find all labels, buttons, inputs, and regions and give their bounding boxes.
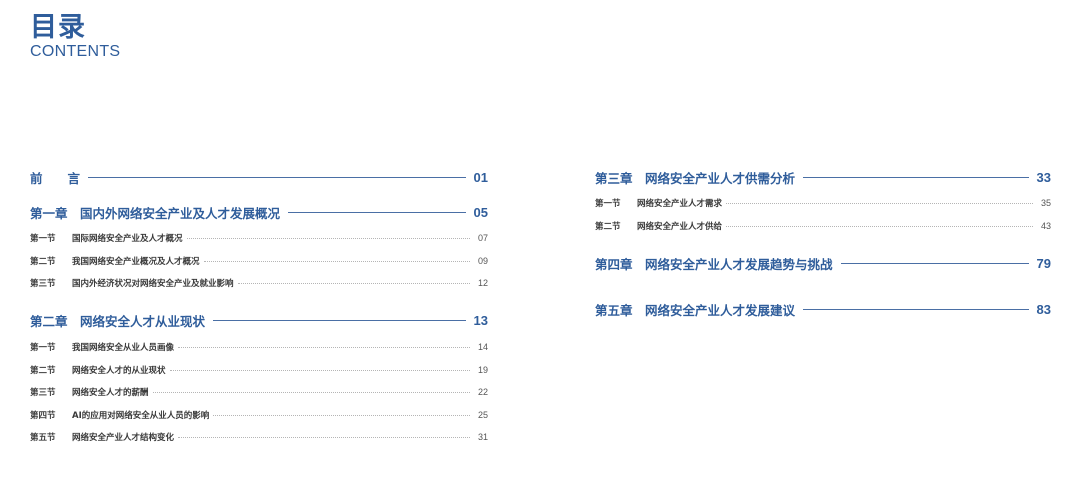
- toc-entry-chapter-3[interactable]: 第三章 网络安全产业人才供需分析 33: [595, 165, 1051, 189]
- toc-entry-ch1-sec1[interactable]: 第一节 国际网络安全产业及人才概况 07: [30, 227, 488, 250]
- section-title: 国内外经济状况对网络安全产业及就业影响: [72, 279, 234, 290]
- dotted-leader: [213, 414, 470, 416]
- toc-entry-chapter-5[interactable]: 第五章 网络安全产业人才发展建议 83: [595, 297, 1051, 321]
- page-number: 43: [1040, 220, 1051, 231]
- section-title: 网络安全产业人才需求: [637, 199, 723, 210]
- section-title: 国际网络安全产业及人才概况: [72, 234, 183, 245]
- chapter-label: 第一章 国内外网络安全产业及人才发展概况: [30, 205, 281, 221]
- section-number: 第四节: [30, 410, 56, 421]
- page-number: 05: [473, 204, 488, 220]
- section-number: 第五节: [30, 433, 56, 444]
- leader-line: [288, 211, 466, 213]
- toc-entry-ch3-sec2[interactable]: 第二节 网络安全产业人才供给 43: [595, 215, 1051, 238]
- toc-entry-ch1-sec3[interactable]: 第三节 国内外经济状况对网络安全产业及就业影响 12: [30, 272, 488, 295]
- dotted-leader: [203, 260, 470, 262]
- page-number: 09: [477, 255, 488, 266]
- toc-right-column: 第三章 网络安全产业人才供需分析 33 第一节 网络安全产业人才需求 35 第二…: [595, 165, 1051, 321]
- section-number: 第二节: [30, 365, 56, 376]
- toc-entry-preface[interactable]: 前 言 01: [30, 165, 488, 189]
- dotted-leader: [726, 225, 1033, 227]
- section-number: 第一节: [30, 343, 56, 354]
- leader-line: [803, 308, 1029, 310]
- dotted-leader: [186, 238, 470, 240]
- dotted-leader: [178, 347, 470, 349]
- section-title: 网络安全产业人才供给: [637, 221, 723, 232]
- chapter-label: 前 言: [30, 170, 81, 186]
- toc-entry-ch2-sec3[interactable]: 第三节 网络安全人才的薪酬 22: [30, 381, 488, 404]
- page-number: 12: [477, 278, 488, 289]
- leader-line: [88, 176, 466, 178]
- page-number: 25: [477, 409, 488, 420]
- section-number: 第三节: [30, 279, 56, 290]
- section-number: 第三节: [30, 388, 56, 399]
- toc-entry-ch1-sec2[interactable]: 第二节 我国网络安全产业概况及人才概况 09: [30, 250, 488, 273]
- section-number: 第二节: [30, 256, 56, 267]
- page-number: 83: [1036, 301, 1051, 317]
- dotted-leader: [169, 369, 470, 371]
- page-number: 79: [1036, 255, 1051, 271]
- dotted-leader: [178, 437, 470, 439]
- chapter-label: 第四章 网络安全产业人才发展趋势与挑战: [595, 256, 833, 272]
- toc-entry-chapter-2[interactable]: 第二章 网络安全人才从业现状 13: [30, 309, 488, 333]
- section-number: 第二节: [595, 221, 621, 232]
- toc-entry-chapter-4[interactable]: 第四章 网络安全产业人才发展趋势与挑战 79: [595, 251, 1051, 275]
- toc-entry-ch2-sec2[interactable]: 第二节 网络安全人才的从业现状 19: [30, 358, 488, 381]
- section-title: 网络安全产业人才结构变化: [72, 433, 175, 444]
- page-number: 35: [1040, 198, 1051, 209]
- dotted-leader: [726, 203, 1033, 205]
- page-number: 22: [477, 387, 488, 398]
- toc-entry-ch2-sec4[interactable]: 第四节 AI的应用对网络安全从业人员的影响 25: [30, 404, 488, 427]
- toc-entry-ch2-sec5[interactable]: 第五节 网络安全产业人才结构变化 31: [30, 426, 488, 449]
- leader-line: [840, 262, 1029, 264]
- section-number: 第一节: [595, 199, 621, 210]
- toc-entry-ch2-sec1[interactable]: 第一节 我国网络安全从业人员画像 14: [30, 336, 488, 359]
- dotted-leader: [152, 392, 470, 394]
- section-title: 我国网络安全产业概况及人才概况: [72, 256, 200, 267]
- chapter-label: 第二章 网络安全人才从业现状: [30, 314, 206, 330]
- chapter-label: 第五章 网络安全产业人才发展建议: [595, 302, 796, 318]
- section-title: AI的应用对网络安全从业人员的影响: [72, 410, 210, 421]
- page-number: 01: [473, 169, 488, 185]
- page-number: 07: [477, 233, 488, 244]
- section-title: 网络安全人才的薪酬: [72, 388, 149, 399]
- section-number: 第一节: [30, 234, 56, 245]
- page-subtitle: CONTENTS: [30, 43, 121, 60]
- page-number: 31: [477, 432, 488, 443]
- page-number: 19: [477, 364, 488, 375]
- dotted-leader: [237, 283, 470, 285]
- toc-left-column: 前 言 01 第一章 国内外网络安全产业及人才发展概况 05 第一节 国际网络安…: [30, 165, 488, 449]
- chapter-label: 第三章 网络安全产业人才供需分析: [595, 170, 796, 186]
- page-number: 33: [1036, 169, 1051, 185]
- leader-line: [803, 176, 1029, 178]
- toc-header: 目录 CONTENTS: [30, 12, 120, 60]
- page-number: 13: [473, 313, 488, 329]
- page-title: 目录: [30, 12, 86, 43]
- toc-entry-chapter-1[interactable]: 第一章 国内外网络安全产业及人才发展概况 05: [30, 200, 488, 224]
- page-number: 14: [477, 342, 488, 353]
- section-title: 网络安全人才的从业现状: [72, 365, 166, 376]
- leader-line: [213, 320, 466, 322]
- toc-entry-ch3-sec1[interactable]: 第一节 网络安全产业人才需求 35: [595, 192, 1051, 215]
- section-title: 我国网络安全从业人员画像: [72, 343, 175, 354]
